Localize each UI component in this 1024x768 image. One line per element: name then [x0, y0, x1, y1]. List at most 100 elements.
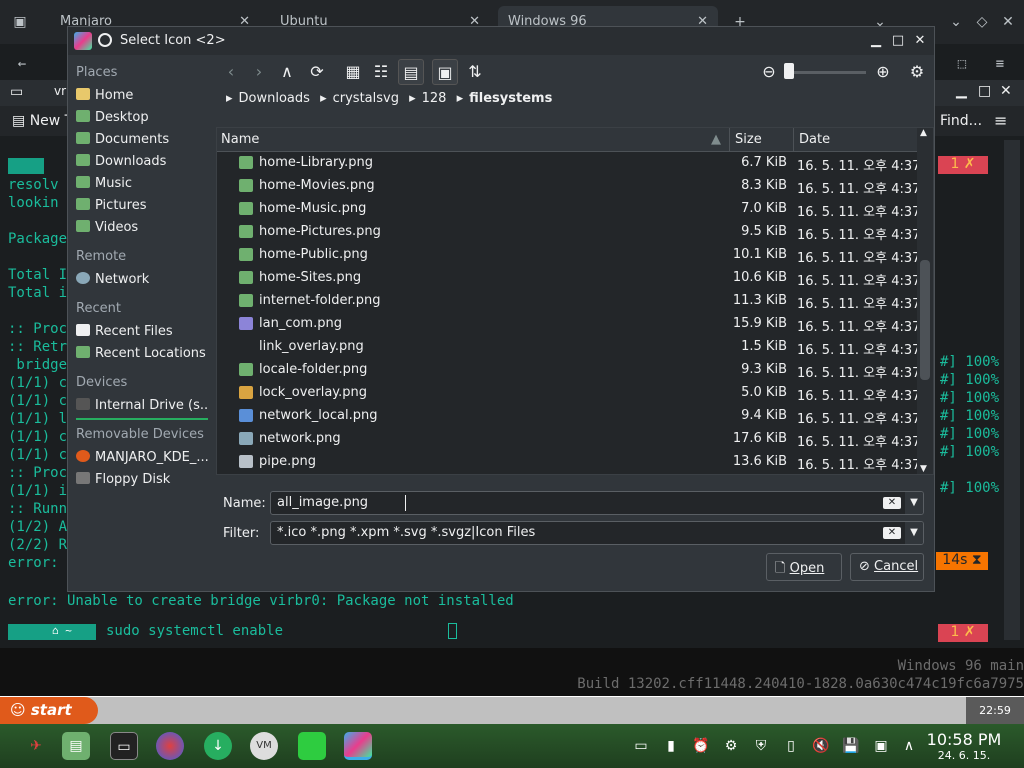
find-button[interactable]: Find...	[940, 113, 982, 129]
place-pictures[interactable]: Pictures	[76, 198, 208, 220]
zoom-in-icon[interactable]: ⊕	[870, 59, 896, 85]
cancel-button[interactable]: ⊘ Cancel	[850, 553, 924, 581]
menu-icon[interactable]: ≡	[990, 54, 1010, 74]
dialog-toolbar: ‹ › ∧ ⟳ ▦ ☷ ▤ ▣ ⇅ ⊖ ⊕ ⚙	[218, 55, 934, 89]
name-input[interactable]: all_image.png ✕ ▼	[270, 491, 924, 515]
table-row[interactable]: pipe.png 13.6 KiB 16. 5. 11. 오후 4:37	[217, 451, 920, 474]
kde-connect-icon[interactable]: ⚙	[722, 737, 740, 755]
zoom-slider-handle[interactable]	[784, 63, 794, 79]
download-icon[interactable]: ↓	[204, 732, 232, 760]
close-icon[interactable]: ✕	[910, 31, 930, 51]
crumb-crystalsvg[interactable]: crystalsvg	[333, 91, 399, 106]
maximize-icon[interactable]: □	[978, 83, 991, 99]
chevron-up-icon[interactable]: ∧	[900, 737, 918, 755]
back-icon[interactable]: ←	[12, 54, 32, 74]
window-icon[interactable]	[298, 732, 326, 760]
volume-muted-icon[interactable]: 🔇	[812, 737, 830, 755]
sort-icon[interactable]: ⇅	[462, 59, 488, 85]
table-row[interactable]: home-Public.png 10.1 KiB 16. 5. 11. 오후 4:3…	[217, 244, 920, 267]
zoom-out-icon[interactable]: ⊖	[756, 59, 782, 85]
start-button[interactable]: ☺ start	[0, 697, 98, 724]
scrollbar-thumb[interactable]	[920, 260, 930, 380]
chevron-down-icon[interactable]: ▼	[905, 492, 923, 514]
place-music[interactable]: Music	[76, 176, 208, 198]
clear-icon[interactable]: ✕	[883, 497, 901, 509]
place-home[interactable]: Home	[76, 88, 208, 110]
file-list-scrollbar[interactable]: ▲ ▼	[917, 128, 933, 474]
browser-icon[interactable]	[156, 732, 184, 760]
extensions-icon[interactable]: ⬚	[952, 54, 972, 74]
icon-editor-icon[interactable]	[344, 732, 372, 760]
terminal-icon[interactable]: ▭	[110, 732, 138, 760]
chevron-down-icon[interactable]: ▼	[905, 522, 923, 544]
table-row[interactable]: internet-folder.png 11.3 KiB 16. 5. 11. 오후…	[217, 290, 920, 313]
table-row[interactable]: home-Movies.png 8.3 KiB 16. 5. 11. 오후 4:37	[217, 175, 920, 198]
forward-icon[interactable]: ›	[246, 59, 272, 85]
table-row[interactable]: home-Library.png 6.7 KiB 16. 5. 11. 오후 4:3…	[217, 152, 920, 175]
close-window-icon[interactable]: ✕	[998, 12, 1018, 32]
table-row[interactable]: home-Sites.png 10.6 KiB 16. 5. 11. 오후 4:37	[217, 267, 920, 290]
crumb-arrow-icon: ▸	[409, 91, 416, 106]
place-network[interactable]: Network	[76, 272, 208, 294]
back-icon[interactable]: ‹	[218, 59, 244, 85]
up-icon[interactable]: ∧	[274, 59, 300, 85]
place-recent-locations[interactable]: Recent Locations	[76, 346, 208, 368]
place-recent-files[interactable]: Recent Files	[76, 324, 208, 346]
scroll-down-icon[interactable]: ▼	[920, 464, 927, 474]
column-date[interactable]: Date	[799, 132, 830, 147]
detail-view-icon[interactable]: ▤	[398, 59, 424, 85]
crumb-filesystems[interactable]: filesystems	[469, 91, 552, 106]
maximize-icon[interactable]: □	[888, 31, 908, 51]
minimize-icon[interactable]: ▁	[866, 31, 886, 51]
settings-icon[interactable]: ⚙	[904, 59, 930, 85]
close-icon[interactable]: ✕	[1000, 83, 1012, 99]
battery-icon[interactable]: ▯	[782, 737, 800, 755]
save-icon[interactable]: 💾	[842, 737, 860, 755]
crumb-128[interactable]: 128	[422, 91, 447, 106]
file-manager-icon[interactable]: ▤	[62, 732, 90, 760]
vm-icon[interactable]: VM	[250, 732, 278, 760]
zoom-slider[interactable]	[784, 71, 866, 74]
notification-icon[interactable]: ⏰	[692, 737, 710, 755]
app-launcher-icon[interactable]: ✈	[22, 732, 50, 760]
open-button[interactable]: 🗋 Open	[766, 553, 842, 581]
pin-icon[interactable]	[98, 33, 112, 47]
reload-icon[interactable]: ⟳	[304, 59, 330, 85]
place-floppy[interactable]: Floppy Disk	[76, 472, 208, 494]
table-row[interactable]: home-Pictures.png 9.5 KiB 16. 5. 11. 오후 4:…	[217, 221, 920, 244]
shield-icon[interactable]: ⛨	[752, 737, 770, 755]
place-desktop[interactable]: Desktop	[76, 110, 208, 132]
restore-icon[interactable]: ◇	[972, 12, 992, 32]
network-icon[interactable]: ▣	[872, 737, 890, 755]
icon-view-icon[interactable]: ▦	[340, 59, 366, 85]
place-manjaro-usb[interactable]: MANJARO_KDE_...	[76, 450, 208, 472]
place-internal-drive[interactable]: Internal Drive (s...	[76, 398, 208, 420]
place-videos[interactable]: Videos	[76, 220, 208, 242]
table-row[interactable]: locale-folder.png 9.3 KiB 16. 5. 11. 오후 4:…	[217, 359, 920, 382]
minimize-icon[interactable]: ▁	[956, 83, 967, 99]
compact-view-icon[interactable]: ☷	[368, 59, 394, 85]
table-row[interactable]: lan_com.png 15.9 KiB 16. 5. 11. 오후 4:37	[217, 313, 920, 336]
table-row[interactable]: network_local.png 9.4 KiB 16. 5. 11. 오후 4:…	[217, 405, 920, 428]
device-icon[interactable]: ▮	[662, 737, 680, 755]
tab-overview-icon[interactable]: ▣	[10, 12, 30, 32]
new-tab-button[interactable]: ▤ New T	[12, 113, 73, 129]
place-documents[interactable]: Documents	[76, 132, 208, 154]
terminal-scrollbar[interactable]	[1004, 140, 1020, 640]
clipboard-icon[interactable]: ▭	[632, 737, 650, 755]
place-downloads[interactable]: Downloads	[76, 154, 208, 176]
table-row[interactable]: network.png 17.6 KiB 16. 5. 11. 오후 4:37	[217, 428, 920, 451]
filter-input[interactable]: *.ico *.png *.xpm *.svg *.svgz|Icon File…	[270, 521, 924, 545]
table-row[interactable]: lock_overlay.png 5.0 KiB 16. 5. 11. 오후 4:3…	[217, 382, 920, 405]
table-row[interactable]: link_overlay.png 1.5 KiB 16. 5. 11. 오후 4:3…	[217, 336, 920, 359]
clear-icon[interactable]: ✕	[883, 527, 901, 539]
system-clock[interactable]: 10:58 PM 24. 6. 15.	[924, 730, 1004, 762]
table-row[interactable]: home-Music.png 7.0 KiB 16. 5. 11. 오후 4:37	[217, 198, 920, 221]
crumb-downloads[interactable]: Downloads	[239, 91, 310, 106]
preview-icon[interactable]: ▣	[432, 59, 458, 85]
column-name[interactable]: Name	[221, 132, 259, 147]
minimize-icon[interactable]: ⌄	[946, 12, 966, 32]
scroll-up-icon[interactable]: ▲	[920, 128, 927, 138]
hamburger-icon[interactable]: ≡	[994, 111, 1007, 130]
column-size[interactable]: Size	[735, 132, 762, 147]
